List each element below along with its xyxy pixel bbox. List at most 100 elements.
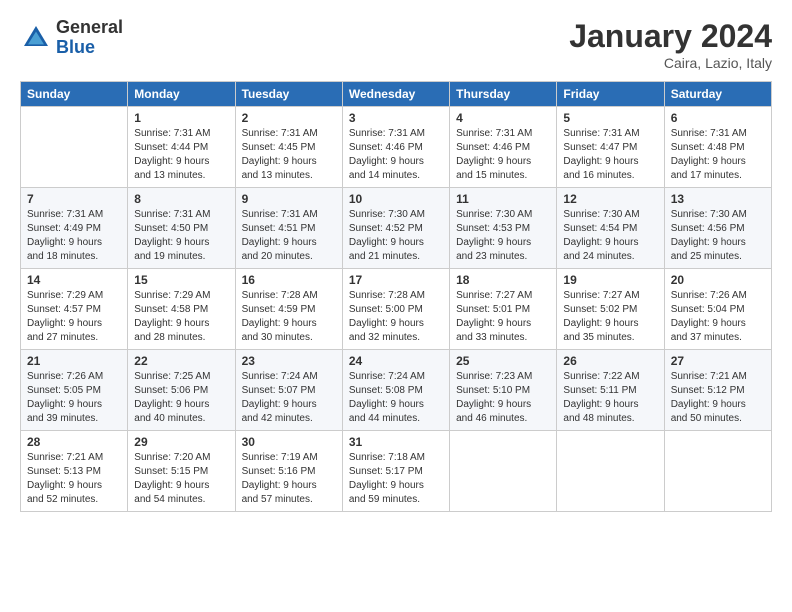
daylight-text: Daylight: 9 hours and 20 minutes.: [242, 237, 317, 262]
sunrise-text: Sunrise: 7:27 AM: [563, 290, 639, 301]
col-monday: Monday: [128, 82, 235, 107]
calendar-row-1: 7 Sunrise: 7:31 AM Sunset: 4:49 PM Dayli…: [21, 188, 772, 269]
daylight-text: Daylight: 9 hours and 44 minutes.: [349, 399, 424, 424]
sunset-text: Sunset: 5:11 PM: [563, 385, 636, 396]
daylight-text: Daylight: 9 hours and 46 minutes.: [456, 399, 531, 424]
sunrise-text: Sunrise: 7:20 AM: [134, 452, 210, 463]
sunrise-text: Sunrise: 7:31 AM: [671, 128, 747, 139]
day-number: 22: [134, 354, 228, 368]
day-detail: Sunrise: 7:18 AM Sunset: 5:17 PM Dayligh…: [349, 451, 443, 507]
calendar-cell-0-3: 3 Sunrise: 7:31 AM Sunset: 4:46 PM Dayli…: [342, 107, 449, 188]
daylight-text: Daylight: 9 hours and 21 minutes.: [349, 237, 424, 262]
day-number: 3: [349, 111, 443, 125]
calendar-cell-2-4: 18 Sunrise: 7:27 AM Sunset: 5:01 PM Dayl…: [450, 269, 557, 350]
day-detail: Sunrise: 7:31 AM Sunset: 4:47 PM Dayligh…: [563, 127, 657, 183]
day-number: 15: [134, 273, 228, 287]
calendar-cell-3-3: 24 Sunrise: 7:24 AM Sunset: 5:08 PM Dayl…: [342, 350, 449, 431]
calendar-cell-4-6: [664, 431, 771, 512]
calendar-cell-2-3: 17 Sunrise: 7:28 AM Sunset: 5:00 PM Dayl…: [342, 269, 449, 350]
month-title: January 2024: [569, 18, 772, 55]
day-number: 31: [349, 435, 443, 449]
calendar-cell-1-4: 11 Sunrise: 7:30 AM Sunset: 4:53 PM Dayl…: [450, 188, 557, 269]
sunset-text: Sunset: 4:46 PM: [349, 142, 423, 153]
daylight-text: Daylight: 9 hours and 18 minutes.: [27, 237, 102, 262]
calendar-cell-1-5: 12 Sunrise: 7:30 AM Sunset: 4:54 PM Dayl…: [557, 188, 664, 269]
day-number: 26: [563, 354, 657, 368]
title-block: January 2024 Caira, Lazio, Italy: [569, 18, 772, 71]
sunset-text: Sunset: 5:00 PM: [349, 304, 423, 315]
daylight-text: Daylight: 9 hours and 33 minutes.: [456, 318, 531, 343]
calendar-cell-0-4: 4 Sunrise: 7:31 AM Sunset: 4:46 PM Dayli…: [450, 107, 557, 188]
daylight-text: Daylight: 9 hours and 42 minutes.: [242, 399, 317, 424]
daylight-text: Daylight: 9 hours and 32 minutes.: [349, 318, 424, 343]
calendar-cell-4-1: 29 Sunrise: 7:20 AM Sunset: 5:15 PM Dayl…: [128, 431, 235, 512]
calendar-table: Sunday Monday Tuesday Wednesday Thursday…: [20, 81, 772, 512]
daylight-text: Daylight: 9 hours and 52 minutes.: [27, 480, 102, 505]
calendar-cell-3-2: 23 Sunrise: 7:24 AM Sunset: 5:07 PM Dayl…: [235, 350, 342, 431]
daylight-text: Daylight: 9 hours and 16 minutes.: [563, 156, 638, 181]
sunset-text: Sunset: 5:10 PM: [456, 385, 530, 396]
day-detail: Sunrise: 7:31 AM Sunset: 4:44 PM Dayligh…: [134, 127, 228, 183]
day-number: 7: [27, 192, 121, 206]
day-detail: Sunrise: 7:22 AM Sunset: 5:11 PM Dayligh…: [563, 370, 657, 426]
sunset-text: Sunset: 4:48 PM: [671, 142, 745, 153]
sunrise-text: Sunrise: 7:31 AM: [242, 128, 318, 139]
sunrise-text: Sunrise: 7:31 AM: [563, 128, 639, 139]
logo-blue-text: Blue: [56, 38, 123, 58]
day-detail: Sunrise: 7:31 AM Sunset: 4:45 PM Dayligh…: [242, 127, 336, 183]
sunrise-text: Sunrise: 7:26 AM: [671, 290, 747, 301]
sunrise-text: Sunrise: 7:30 AM: [563, 209, 639, 220]
calendar-cell-0-5: 5 Sunrise: 7:31 AM Sunset: 4:47 PM Dayli…: [557, 107, 664, 188]
day-number: 24: [349, 354, 443, 368]
col-tuesday: Tuesday: [235, 82, 342, 107]
calendar-cell-3-1: 22 Sunrise: 7:25 AM Sunset: 5:06 PM Dayl…: [128, 350, 235, 431]
day-number: 5: [563, 111, 657, 125]
calendar-cell-2-5: 19 Sunrise: 7:27 AM Sunset: 5:02 PM Dayl…: [557, 269, 664, 350]
sunrise-text: Sunrise: 7:27 AM: [456, 290, 532, 301]
sunrise-text: Sunrise: 7:30 AM: [671, 209, 747, 220]
day-detail: Sunrise: 7:20 AM Sunset: 5:15 PM Dayligh…: [134, 451, 228, 507]
day-number: 18: [456, 273, 550, 287]
sunrise-text: Sunrise: 7:19 AM: [242, 452, 318, 463]
daylight-text: Daylight: 9 hours and 14 minutes.: [349, 156, 424, 181]
sunrise-text: Sunrise: 7:30 AM: [456, 209, 532, 220]
sunset-text: Sunset: 4:49 PM: [27, 223, 101, 234]
day-number: 11: [456, 192, 550, 206]
day-number: 8: [134, 192, 228, 206]
sunset-text: Sunset: 5:12 PM: [671, 385, 745, 396]
sunset-text: Sunset: 5:08 PM: [349, 385, 423, 396]
sunrise-text: Sunrise: 7:31 AM: [349, 128, 425, 139]
calendar-cell-1-1: 8 Sunrise: 7:31 AM Sunset: 4:50 PM Dayli…: [128, 188, 235, 269]
sunset-text: Sunset: 4:58 PM: [134, 304, 208, 315]
day-number: 19: [563, 273, 657, 287]
sunrise-text: Sunrise: 7:31 AM: [242, 209, 318, 220]
calendar-cell-3-4: 25 Sunrise: 7:23 AM Sunset: 5:10 PM Dayl…: [450, 350, 557, 431]
daylight-text: Daylight: 9 hours and 40 minutes.: [134, 399, 209, 424]
calendar-cell-2-2: 16 Sunrise: 7:28 AM Sunset: 4:59 PM Dayl…: [235, 269, 342, 350]
daylight-text: Daylight: 9 hours and 54 minutes.: [134, 480, 209, 505]
daylight-text: Daylight: 9 hours and 57 minutes.: [242, 480, 317, 505]
day-number: 17: [349, 273, 443, 287]
sunset-text: Sunset: 4:47 PM: [563, 142, 637, 153]
calendar-cell-3-5: 26 Sunrise: 7:22 AM Sunset: 5:11 PM Dayl…: [557, 350, 664, 431]
daylight-text: Daylight: 9 hours and 30 minutes.: [242, 318, 317, 343]
calendar-cell-0-2: 2 Sunrise: 7:31 AM Sunset: 4:45 PM Dayli…: [235, 107, 342, 188]
sunset-text: Sunset: 5:01 PM: [456, 304, 530, 315]
day-number: 25: [456, 354, 550, 368]
day-detail: Sunrise: 7:30 AM Sunset: 4:54 PM Dayligh…: [563, 208, 657, 264]
sunset-text: Sunset: 4:45 PM: [242, 142, 316, 153]
day-detail: Sunrise: 7:31 AM Sunset: 4:48 PM Dayligh…: [671, 127, 765, 183]
day-detail: Sunrise: 7:30 AM Sunset: 4:56 PM Dayligh…: [671, 208, 765, 264]
calendar-cell-0-6: 6 Sunrise: 7:31 AM Sunset: 4:48 PM Dayli…: [664, 107, 771, 188]
col-thursday: Thursday: [450, 82, 557, 107]
day-detail: Sunrise: 7:21 AM Sunset: 5:13 PM Dayligh…: [27, 451, 121, 507]
sunrise-text: Sunrise: 7:28 AM: [242, 290, 318, 301]
day-detail: Sunrise: 7:29 AM Sunset: 4:57 PM Dayligh…: [27, 289, 121, 345]
day-number: 23: [242, 354, 336, 368]
day-detail: Sunrise: 7:25 AM Sunset: 5:06 PM Dayligh…: [134, 370, 228, 426]
daylight-text: Daylight: 9 hours and 15 minutes.: [456, 156, 531, 181]
sunrise-text: Sunrise: 7:24 AM: [242, 371, 318, 382]
day-number: 13: [671, 192, 765, 206]
calendar-cell-4-2: 30 Sunrise: 7:19 AM Sunset: 5:16 PM Dayl…: [235, 431, 342, 512]
calendar-cell-1-2: 9 Sunrise: 7:31 AM Sunset: 4:51 PM Dayli…: [235, 188, 342, 269]
